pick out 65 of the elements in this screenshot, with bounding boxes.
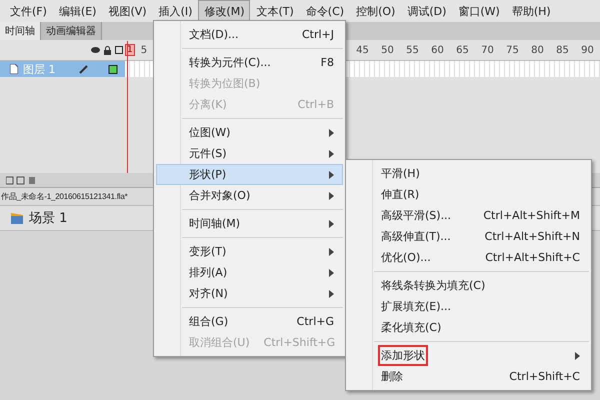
menu-item[interactable]: 文档(D)... Ctrl+J [156,24,343,45]
submenu-arrow-icon [575,352,580,360]
menu-bar-item[interactable]: 命令(C) [300,0,350,22]
frame-number: 80 [530,44,545,56]
menu-bar-item[interactable]: 控制(O) [350,0,402,22]
menu-item[interactable]: 对齐(N) [156,283,343,304]
menu-item[interactable]: 形状(P) [156,164,343,185]
panel-tab[interactable]: 时间轴 [0,22,41,40]
submenu-arrow-icon [329,192,334,200]
frame-number: 70 [480,44,495,56]
menu-bar-item[interactable]: 文本(T) [250,0,300,22]
document-tab[interactable]: 作品_未命名-1_20160615121341.fla* [1,191,128,202]
menu-bar-item[interactable]: 调试(D) [401,0,452,22]
menu-bar-item[interactable]: 帮助(H) [506,0,557,22]
panel-tab[interactable]: 动画编辑器 [41,22,102,40]
lock-icon[interactable] [104,46,111,54]
menu-item[interactable]: 元件(S) [156,143,343,164]
pencil-icon [78,64,88,74]
frame-number: 45 [355,44,370,56]
clapper-icon [10,212,24,224]
frame-number: 85 [555,44,570,56]
submenu-arrow-icon [329,290,334,298]
frame-number: 5 [140,44,148,56]
frame-number: 65 [455,44,470,56]
menu-item[interactable]: 排列(A) [156,262,343,283]
page-icon [10,64,18,74]
frame-number: 90 [580,44,595,56]
menu-item[interactable]: 优化(O)... Ctrl+Alt+Shift+C [348,247,589,268]
menu-item[interactable]: 删除 Ctrl+Shift+C [348,366,589,387]
submenu-arrow-icon [329,268,334,276]
frame-number: 55 [405,44,420,56]
menu-item[interactable]: 位图(W) [156,122,343,143]
menu-item[interactable]: 组合(G) Ctrl+G [156,311,343,332]
layer-tools-icon[interactable] [6,176,36,184]
frame-number: 50 [380,44,395,56]
menu-item[interactable]: 变形(T) [156,241,343,262]
menu-bar-item[interactable]: 编辑(E) [52,0,102,22]
frame-number: 60 [430,44,445,56]
keyframe-icon [108,64,118,74]
frame-number: 75 [505,44,520,56]
menu-bar-item[interactable]: 窗口(W) [452,0,506,22]
menu-item[interactable]: 高级伸直(T)... Ctrl+Alt+Shift+N [348,226,589,247]
outline-icon[interactable] [115,46,123,54]
menu-bar-item[interactable]: 插入(I) [152,0,198,22]
layer-name: 图层 1 [23,62,56,76]
submenu-arrow-icon [329,150,334,158]
eye-icon[interactable] [91,46,100,54]
menu-item[interactable]: 转换为元件(C)... F8 [156,52,343,73]
submenu-arrow-icon [329,220,334,228]
menu-item[interactable]: 柔化填充(C) [348,317,589,338]
playhead-marker[interactable]: 1 [125,44,135,56]
scene-label[interactable]: 场景 1 [29,209,68,227]
menu-item[interactable]: 伸直(R) [348,184,589,205]
menu-item[interactable]: 将线条转换为填充(C) [348,275,589,296]
submenu-arrow-icon [329,128,334,136]
menu-item[interactable]: 平滑(H) [348,163,589,184]
submenu-arrow-icon [329,248,334,256]
menu-item[interactable]: 高级平滑(S)... Ctrl+Alt+Shift+M [348,205,589,226]
submenu-arrow-icon [329,170,334,178]
menu-item[interactable]: 合并对象(O) [156,185,343,206]
menu-bar-item[interactable]: 视图(V) [102,0,153,22]
menu-item[interactable]: 添加形状 [348,345,589,366]
menu-bar-item[interactable]: 文件(F) [4,0,53,22]
menu-item[interactable]: 扩展填充(E)... [348,296,589,317]
menu-item[interactable]: 时间轴(M) [156,213,343,234]
